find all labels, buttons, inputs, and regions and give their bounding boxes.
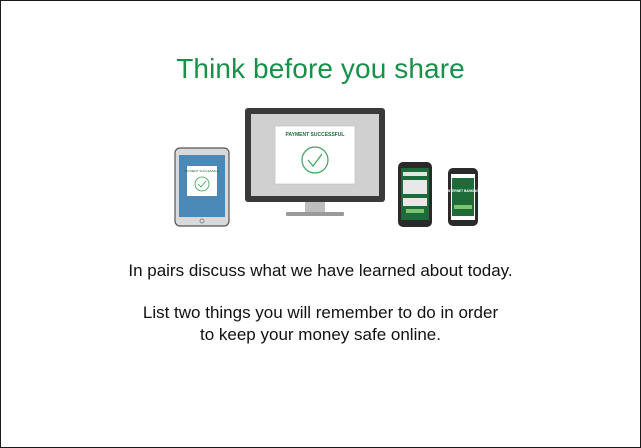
phone-right-screen-text: INTERNET BANKING (447, 189, 479, 193)
monitor-device: PAYMENT SUCCESSFUL (245, 108, 385, 216)
devices-illustration: PAYMENT SUCCESSFUL PAYMENT SUCCESSFUL IN… (174, 108, 479, 227)
instruction-line-3: to keep your money safe online. (200, 325, 441, 344)
tablet-screen-text: PAYMENT SUCCESSFUL (184, 169, 219, 173)
tablet-device: PAYMENT SUCCESSFUL (174, 147, 230, 227)
phone-right-device: INTERNET BANKING (447, 168, 479, 226)
slide-title: Think before you share (176, 53, 465, 84)
instruction-line-2: List two things you will remember to do … (142, 303, 499, 322)
phone-left-device (398, 162, 432, 227)
slide: Think before you share PAYMENT SUCCESSFU… (0, 0, 641, 448)
instruction-line-1: In pairs discuss what we have learned ab… (128, 261, 513, 280)
monitor-screen-text: PAYMENT SUCCESSFUL (286, 132, 345, 138)
